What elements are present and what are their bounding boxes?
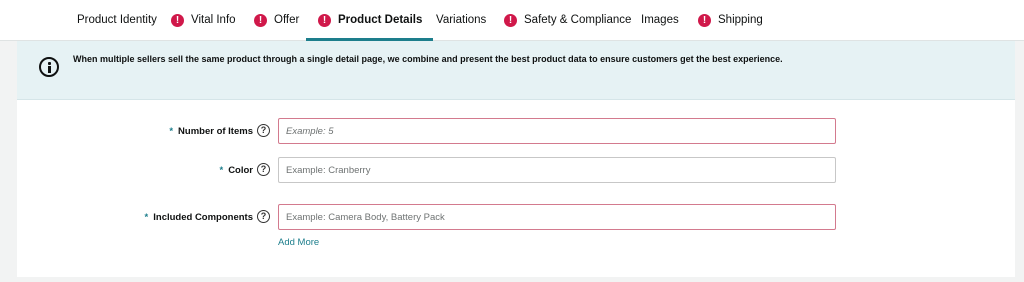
field-label-text: Color [228, 164, 253, 176]
tab-label: Images [641, 14, 679, 26]
tab-variations[interactable]: Variations [436, 0, 486, 40]
field-label-text: Number of Items [178, 125, 253, 137]
tab-label: Product Details [338, 14, 423, 26]
field-label: * Color [219, 157, 253, 183]
field-label-text: Included Components [153, 211, 253, 223]
error-icon: ! [254, 13, 267, 27]
help-icon[interactable]: ? [257, 210, 270, 223]
tab-offer[interactable]: ! Offer [254, 0, 299, 40]
tab-label: Shipping [718, 14, 763, 26]
color-input[interactable] [278, 157, 836, 183]
info-banner: When multiple sellers sell the same prod… [17, 41, 1015, 100]
error-icon: ! [698, 13, 711, 27]
form-panel: When multiple sellers sell the same prod… [17, 41, 1015, 277]
required-marker: * [169, 125, 174, 137]
number-of-items-input[interactable] [278, 118, 836, 144]
tab-safety-compliance[interactable]: ! Safety & Compliance [504, 0, 631, 40]
field-included-components: * Included Components ? [17, 204, 1015, 230]
help-icon[interactable]: ? [257, 124, 270, 137]
tab-label: Product Identity [77, 14, 157, 26]
tab-label: Variations [436, 14, 487, 26]
info-icon [39, 57, 59, 77]
required-marker: * [144, 211, 149, 223]
info-banner-text: When multiple sellers sell the same prod… [73, 54, 783, 64]
tab-bar: Product Identity ! Vital Info ! Offer ! … [0, 0, 1024, 41]
tab-label: Offer [274, 14, 300, 26]
tab-label: Vital Info [191, 14, 236, 26]
error-icon: ! [171, 13, 184, 27]
error-icon: ! [504, 13, 517, 27]
field-label: * Included Components [145, 204, 253, 230]
field-label: * Number of Items [169, 118, 253, 144]
field-number-of-items: * Number of Items ? [17, 118, 1015, 144]
field-color: * Color ? [17, 157, 1015, 183]
add-more-link[interactable]: Add More [278, 237, 319, 248]
tab-product-identity[interactable]: Product Identity [77, 0, 157, 40]
tab-product-details[interactable]: ! Product Details [305, 0, 434, 41]
included-components-input[interactable] [278, 204, 836, 230]
error-icon: ! [318, 13, 331, 27]
tab-label: Safety & Compliance [524, 14, 632, 26]
product-details-page: Product Identity ! Vital Info ! Offer ! … [0, 0, 1024, 282]
required-marker: * [219, 164, 224, 176]
help-icon[interactable]: ? [257, 163, 270, 176]
tab-shipping[interactable]: ! Shipping [698, 0, 763, 40]
tab-images[interactable]: Images [641, 0, 679, 40]
tab-vital-info[interactable]: ! Vital Info [171, 0, 236, 40]
